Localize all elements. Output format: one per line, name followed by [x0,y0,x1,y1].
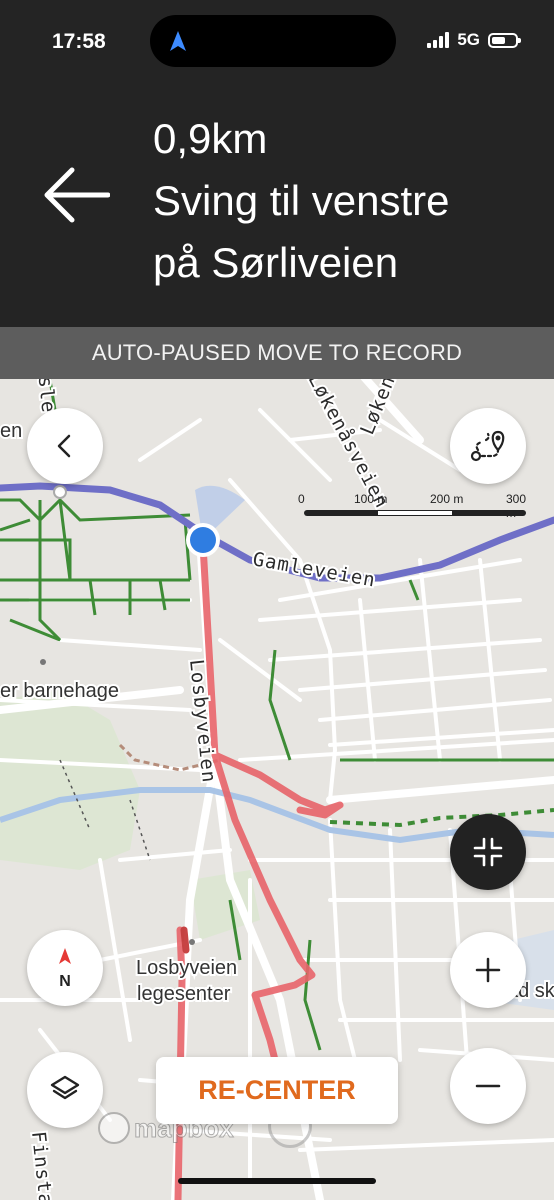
label-finsta: Finsta [27,1130,57,1200]
network-type: 5G [457,30,480,49]
back-button[interactable] [27,408,103,484]
location-arrow-icon [170,31,186,51]
map-scale: 0 100 m 200 m 300 m [298,492,538,522]
signal-icon [427,32,450,48]
compass-icon: N [59,948,71,990]
turn-instruction: 0,9km Sving til venstre på Sørliveien [153,108,449,294]
plus-icon [475,957,501,983]
auto-paused-banner: AUTO-PAUSED MOVE TO RECORD [0,327,554,379]
label-edge-left: en [0,420,22,442]
recenter-button[interactable]: RE-CENTER [156,1057,398,1124]
home-indicator[interactable] [178,1178,376,1184]
scale-label-100: 100 m [354,492,388,506]
map-layers-button[interactable] [27,1052,103,1128]
status-time: 17:58 [52,30,106,53]
scale-bar [304,510,526,516]
scale-label-0: 0 [298,492,305,506]
layers-icon [50,1075,80,1100]
minus-icon [475,1084,501,1088]
label-legesenter-1: Losbyveien [136,957,237,979]
chevron-left-icon [57,434,71,458]
route-options-button[interactable] [450,408,526,484]
label-legesenter-2: legesenter [137,983,231,1005]
instruction-line-1: Sving til venstre [153,177,450,224]
route-pin-icon [470,430,505,462]
turn-distance: 0,9km [153,115,268,162]
battery-icon [488,32,521,48]
zoom-out-button[interactable] [450,1048,526,1124]
zoom-in-button[interactable] [450,932,526,1008]
collapse-arrows-icon [473,837,503,867]
compass-label: N [59,973,71,990]
collapse-button[interactable] [450,814,526,890]
compass-button[interactable]: N [27,930,103,1006]
status-indicators: 5G [427,30,521,50]
label-barnehage: er barnehage [0,680,119,702]
dynamic-island [150,15,396,67]
scale-label-200: 200 m [430,492,464,506]
instruction-line-2: på Sørliveien [153,239,399,286]
label-gamleveien: Gamleveien [251,548,377,591]
mapbox-logo-icon [98,1112,130,1144]
turn-left-arrow-icon [44,167,110,223]
navigation-header: 17:58 5G 0,9km Sving til venstre på Sørl… [0,0,554,327]
